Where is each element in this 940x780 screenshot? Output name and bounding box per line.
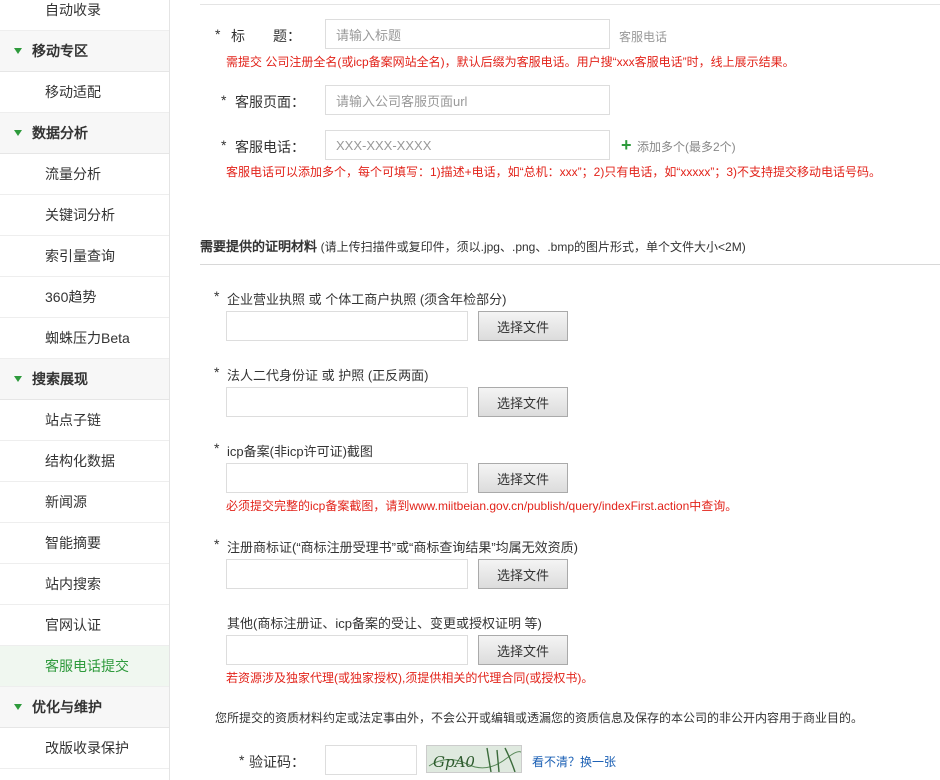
title-label: 标 题： — [231, 28, 301, 44]
captcha-image[interactable]: GpA0 — [426, 745, 522, 773]
triangle-down-icon — [14, 130, 22, 136]
title-suffix: 客服电话 — [619, 30, 668, 44]
choose-file-button[interactable]: 选择文件 — [478, 463, 568, 493]
sidebar-item-label: 站内搜索 — [45, 576, 101, 592]
page-url-input[interactable]: 请输入公司客服页面url — [325, 85, 610, 115]
sidebar-item[interactable]: 新闻源 — [0, 482, 169, 523]
sidebar-item-label: 客服电话提交 — [45, 658, 129, 674]
proof-section-heading: 需要提供的证明材料 (请上传扫描件或复印件，须以.jpg、.png、.bmp的图… — [200, 236, 746, 255]
document-note: 若资源涉及独家代理(或独家授权),须提供相关的代理合同(或授权书)。 — [226, 671, 594, 685]
captcha-input[interactable] — [325, 745, 417, 775]
sidebar-group-label: 优化与维护 — [32, 699, 102, 715]
document-note: 必须提交完整的icp备案截图，请到www.miitbeian.gov.cn/pu… — [226, 499, 738, 513]
sidebar-item-label: 改版收录保护 — [45, 740, 129, 756]
sidebar-group-label: 移动专区 — [32, 43, 88, 59]
sidebar-group[interactable]: 优化与维护 — [0, 687, 169, 728]
choose-file-button[interactable]: 选择文件 — [478, 387, 568, 417]
file-path-input[interactable] — [226, 387, 468, 417]
sidebar-item-label: 自动收录 — [45, 2, 101, 18]
sidebar-item-label: 移动适配 — [45, 84, 101, 100]
sidebar-item[interactable]: 移动适配 — [0, 72, 169, 113]
add-more-link[interactable]: 添加多个(最多2个) — [637, 138, 736, 155]
sidebar-group-label: 搜索展现 — [32, 371, 88, 387]
document-label: 其他(商标注册证、icp备案的受让、变更或授权证明 等) — [227, 616, 542, 631]
sidebar-item-label: 官网认证 — [45, 617, 101, 633]
title-input[interactable]: 请输入标题 — [325, 19, 610, 49]
sidebar-item[interactable]: 流量分析 — [0, 154, 169, 195]
document-label: 企业营业执照 或 个体工商户执照 (须含年检部分) — [227, 292, 507, 307]
sidebar-item-label: 360趋势 — [45, 289, 97, 305]
required-mark: * — [214, 536, 220, 552]
sidebar-item[interactable]: 站内搜索 — [0, 564, 169, 605]
required-mark: * — [214, 288, 220, 304]
required-mark: * — [221, 137, 227, 153]
sidebar-group[interactable]: 移动专区 — [0, 31, 169, 72]
sidebar-item[interactable]: 智能摘要 — [0, 523, 169, 564]
phone-label: 客服电话： — [235, 139, 305, 155]
document-label: 注册商标证(“商标注册受理书”或“商标查询结果”均属无效资质) — [227, 540, 578, 555]
choose-file-button[interactable]: 选择文件 — [478, 311, 568, 341]
sidebar-item[interactable]: 索引量查询 — [0, 236, 169, 277]
sidebar-group[interactable]: 数据分析 — [0, 113, 169, 154]
choose-file-button[interactable]: 选择文件 — [478, 559, 568, 589]
required-mark: * — [214, 364, 220, 380]
phone-input[interactable]: XXX-XXX-XXXX — [325, 130, 610, 160]
sidebar-item[interactable]: 改版收录保护 — [0, 728, 169, 769]
required-mark: * — [214, 440, 220, 456]
sidebar-group[interactable]: 搜索展现 — [0, 359, 169, 400]
required-mark: * — [239, 752, 245, 768]
sidebar-item-label: 智能摘要 — [45, 535, 101, 551]
choose-file-button[interactable]: 选择文件 — [478, 635, 568, 665]
refresh-captcha-link[interactable]: 看不清？换一张 — [532, 753, 616, 770]
document-label: icp备案(非icp许可证)截图 — [227, 444, 373, 459]
file-path-input[interactable] — [226, 559, 468, 589]
file-path-input[interactable] — [226, 463, 468, 493]
sidebar-item[interactable]: 关键词分析 — [0, 195, 169, 236]
sidebar-nav: 自动收录移动专区移动适配数据分析流量分析关键词分析索引量查询 360趋势蜘蛛压力B… — [0, 0, 170, 780]
top-divider — [200, 4, 940, 5]
sidebar-item[interactable]: 自动收录 — [0, 0, 169, 31]
sidebar-item-label: 站点子链 — [45, 412, 101, 428]
sidebar-item[interactable]: 官网认证 — [0, 605, 169, 646]
sidebar-item-label: 索引量查询 — [45, 248, 115, 264]
captcha-text: GpA0 — [433, 753, 475, 771]
sidebar-group-label: 数据分析 — [32, 125, 88, 141]
sidebar-item-label: 关键词分析 — [45, 207, 115, 223]
proof-heading: 需要提供的证明材料 — [200, 239, 318, 254]
proof-heading-note: (请上传扫描件或复印件，须以.jpg、.png、.bmp的图片形式，单个文件大小… — [320, 240, 746, 254]
plus-icon[interactable]: + — [621, 136, 632, 154]
file-path-input[interactable] — [226, 635, 468, 665]
sidebar-item[interactable]: 客服电话提交 — [0, 646, 169, 687]
required-mark: * — [221, 92, 227, 108]
section-divider — [200, 264, 940, 265]
triangle-down-icon — [14, 48, 22, 54]
sidebar-item[interactable]: 蜘蛛压力Beta — [0, 318, 169, 359]
sidebar-item-label: 结构化数据 — [45, 453, 115, 469]
triangle-down-icon — [14, 704, 22, 710]
sidebar-item[interactable]: 站点子链 — [0, 400, 169, 441]
sidebar-item-label: 蜘蛛压力Beta — [45, 330, 130, 346]
document-label: 法人二代身份证 或 护照 (正反两面) — [227, 368, 429, 383]
sidebar-item[interactable]: 360趋势 — [0, 277, 169, 318]
sidebar-item-label: 新闻源 — [45, 494, 87, 510]
title-note: 需提交 公司注册全名(或icp备案网站全名)，默认后缀为客服电话。用户搜“xxx… — [226, 55, 795, 69]
main-content: * 标 题： 请输入标题 客服电话 需提交 公司注册全名(或icp备案网站全名)… — [171, 0, 940, 780]
sidebar-item-label: 流量分析 — [45, 166, 101, 182]
captcha-label: 验证码： — [249, 754, 305, 770]
file-path-input[interactable] — [226, 311, 468, 341]
privacy-note: 您所提交的资质材料约定或法定事由外，不会公开或编辑或透漏您的资质信息及保存的本公… — [215, 711, 864, 725]
sidebar-item[interactable]: 结构化数据 — [0, 441, 169, 482]
required-mark: * — [215, 26, 221, 42]
triangle-down-icon — [14, 376, 22, 382]
page-label: 客服页面： — [235, 94, 305, 110]
phone-note: 客服电话可以添加多个，每个可填写：1)描述+电话，如“总机：xxx”；2)只有电… — [226, 165, 882, 179]
